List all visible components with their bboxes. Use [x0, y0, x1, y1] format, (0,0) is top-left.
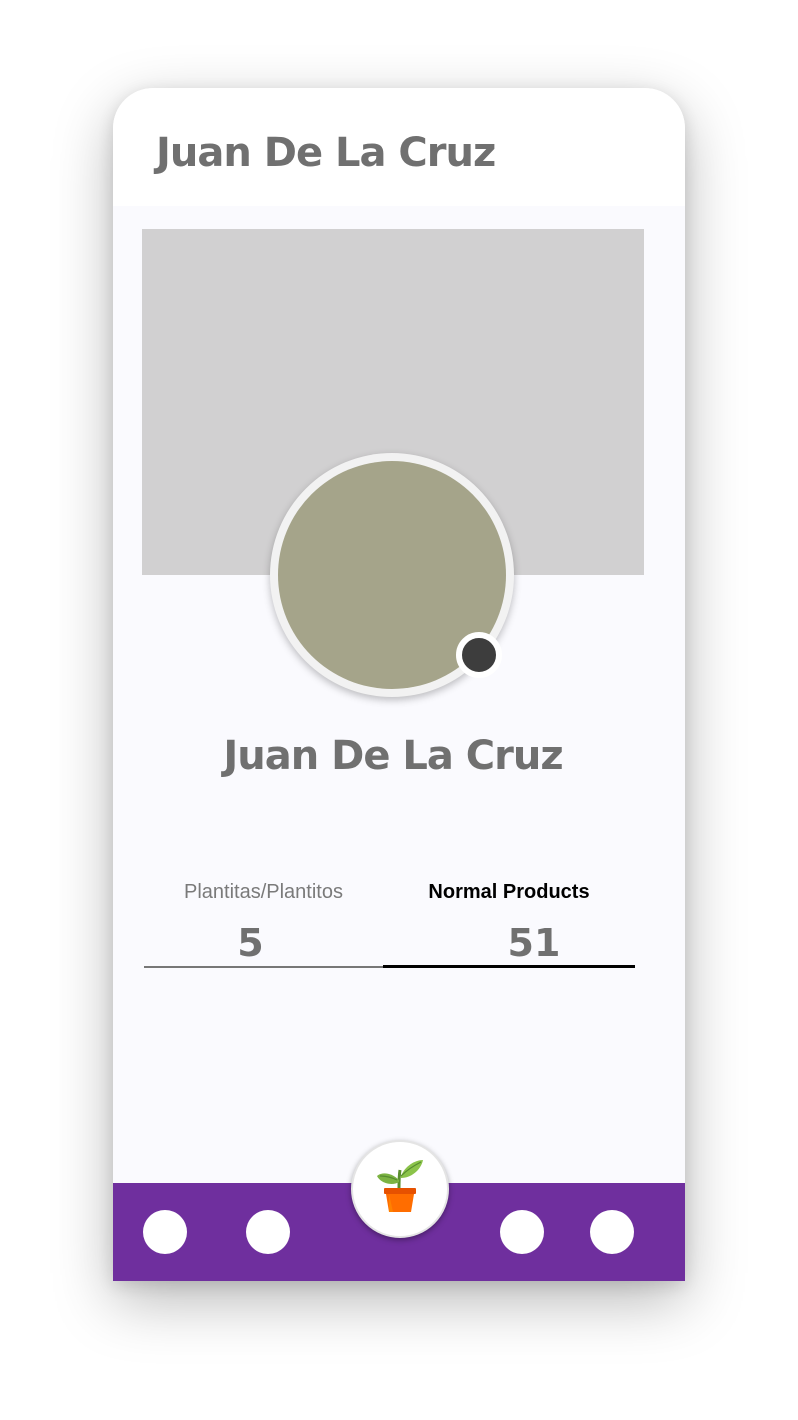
home-plant-button[interactable]	[351, 1140, 449, 1238]
tab-label: Plantitas/Plantitos	[184, 881, 343, 903]
tab-normal-products[interactable]: Normal Products 51	[383, 861, 635, 973]
phone-frame: Juan De La Cruz Juan De La Cruz Plantita…	[113, 88, 685, 1281]
header-title: Juan De La Cruz	[156, 130, 496, 176]
nav-item-1[interactable]	[143, 1210, 187, 1254]
tab-count: 5	[237, 921, 264, 965]
avatar[interactable]	[270, 453, 514, 697]
tab-underline	[144, 966, 383, 968]
nav-item-4[interactable]	[590, 1210, 634, 1254]
online-status-dot	[456, 632, 502, 678]
profile-content[interactable]: Juan De La Cruz Plantitas/Plantitos 5 No…	[113, 206, 685, 1183]
potted-plant-icon	[377, 1160, 423, 1212]
tab-plantitas[interactable]: Plantitas/Plantitos 5	[144, 861, 383, 973]
tab-label: Normal Products	[428, 881, 590, 903]
profile-name: Juan De La Cruz	[223, 733, 563, 779]
app-header: Juan De La Cruz	[113, 88, 685, 206]
tab-active-underline	[383, 965, 635, 968]
nav-item-2[interactable]	[246, 1210, 290, 1254]
tab-count: 51	[507, 921, 561, 965]
app-stage: Juan De La Cruz Juan De La Cruz Plantita…	[0, 0, 798, 1420]
nav-item-3[interactable]	[500, 1210, 544, 1254]
